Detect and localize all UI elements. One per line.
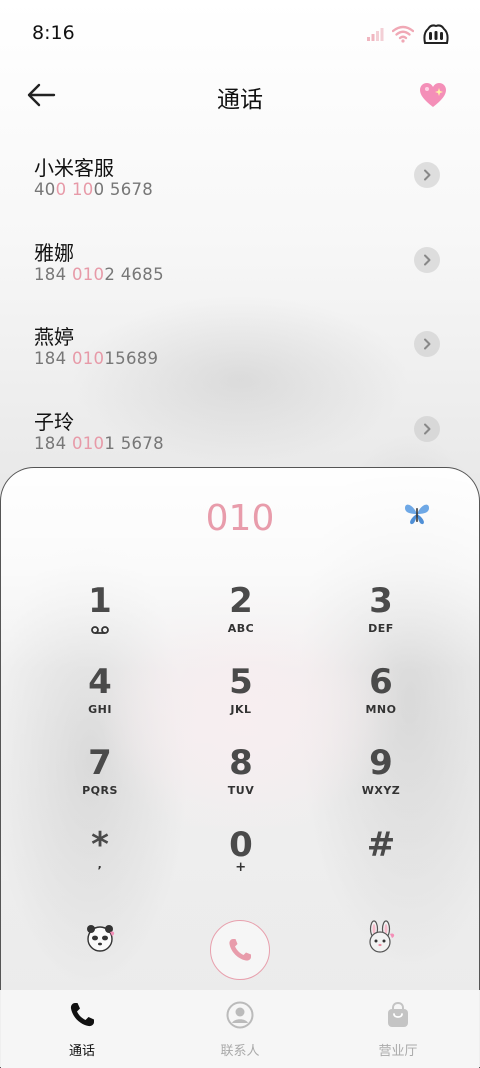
contact-list: 小米客服 400 100 5678 雅娜 184 0102 4685 燕婷 18… bbox=[0, 138, 480, 476]
status-time: 8:16 bbox=[32, 22, 75, 44]
contact-name: 雅娜 bbox=[34, 240, 74, 265]
top-bar: 通话 bbox=[0, 64, 480, 128]
contact-number: 400 100 5678 bbox=[34, 180, 154, 199]
sparkle-heart-icon[interactable] bbox=[418, 80, 448, 110]
status-icons bbox=[366, 22, 450, 46]
tab-calls[interactable]: 通话 bbox=[32, 1000, 132, 1059]
dial-key-8[interactable]: 8 TUV bbox=[181, 744, 301, 814]
page-title: 通话 bbox=[217, 87, 263, 113]
call-button[interactable] bbox=[210, 920, 270, 980]
contact-row[interactable]: 小米客服 400 100 5678 bbox=[0, 138, 480, 223]
contact-detail-button[interactable] bbox=[414, 246, 440, 273]
contact-icon bbox=[226, 1001, 254, 1029]
dial-key-4[interactable]: 4 GHI bbox=[40, 663, 160, 733]
contact-detail-button[interactable] bbox=[414, 415, 440, 442]
chevron-right-icon bbox=[424, 169, 431, 181]
status-bar: 8:16 bbox=[0, 0, 480, 64]
dial-key-5[interactable]: 5 JKL bbox=[181, 663, 301, 733]
dial-key-star[interactable]: * , bbox=[40, 826, 160, 896]
shopping-bag-icon bbox=[388, 1001, 408, 1027]
phone-handset-icon bbox=[229, 939, 251, 961]
contact-detail-button[interactable] bbox=[414, 162, 440, 188]
panda-emoji-icon[interactable] bbox=[83, 920, 117, 954]
voicemail-icon bbox=[91, 626, 109, 634]
dial-key-hash[interactable]: # bbox=[321, 826, 441, 896]
contact-name: 燕婷 bbox=[34, 325, 74, 349]
signal-icon bbox=[367, 28, 384, 41]
contact-number: 184 0102 4685 bbox=[34, 264, 164, 284]
bunny-emoji-icon[interactable] bbox=[363, 920, 397, 954]
butterfly-icon[interactable] bbox=[403, 502, 431, 526]
contact-name: 小米客服 bbox=[34, 156, 114, 180]
contact-row[interactable]: 燕婷 184 01015689 bbox=[0, 307, 480, 392]
contact-number: 184 01015689 bbox=[34, 349, 159, 368]
contact-row[interactable]: 子玲 184 0101 5678 bbox=[0, 392, 480, 477]
wifi-icon bbox=[392, 25, 414, 43]
chevron-right-icon bbox=[424, 338, 431, 350]
battery-paw-icon bbox=[423, 24, 449, 44]
chevron-right-icon bbox=[424, 423, 431, 434]
dial-key-6[interactable]: 6 MNO bbox=[321, 663, 441, 733]
dial-key-3[interactable]: 3 DEF bbox=[321, 582, 441, 652]
contact-number: 184 0101 5678 bbox=[34, 433, 164, 453]
dial-key-9[interactable]: 9 WXYZ bbox=[321, 744, 441, 814]
phone-icon bbox=[70, 1003, 94, 1027]
tab-service-hall[interactable]: 营业厅 bbox=[348, 1000, 448, 1059]
dial-key-0[interactable]: 0 + bbox=[181, 826, 301, 896]
tab-contacts[interactable]: 联系人 bbox=[190, 1000, 290, 1059]
contact-name: 子玲 bbox=[34, 409, 74, 434]
contact-row[interactable]: 雅娜 184 0102 4685 bbox=[0, 223, 480, 308]
contact-detail-button[interactable] bbox=[414, 331, 440, 357]
bottom-tab-bar: 通话 联系人 营业厅 bbox=[0, 990, 480, 1067]
dial-key-2[interactable]: 2 ABC bbox=[181, 582, 301, 652]
dial-key-1[interactable]: 1 bbox=[40, 582, 160, 652]
dial-key-7[interactable]: 7 PQRS bbox=[40, 744, 160, 814]
dialpad-panel: 010 1 2 ABC 3 DEF 4 GHI 5 JKL 6 MNO 7 PQ… bbox=[0, 467, 480, 1068]
chevron-right-icon bbox=[424, 254, 431, 265]
